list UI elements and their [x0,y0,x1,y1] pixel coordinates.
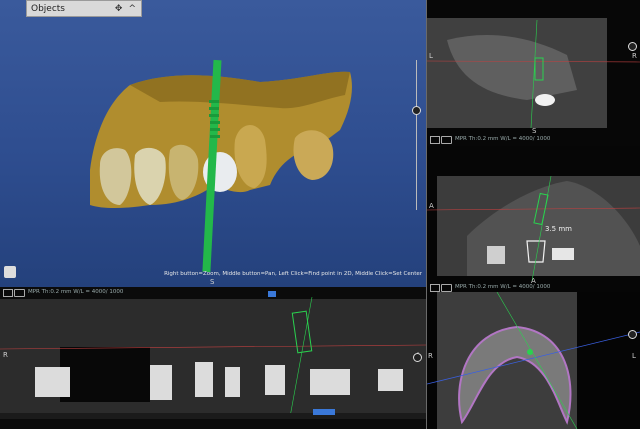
coronal-label-left: L [429,52,433,60]
mouse-hint: Right button=Zoom, Middle button=Pan, Le… [164,271,422,277]
bottom-marker[interactable] [313,409,335,415]
3d-render[interactable] [0,0,426,287]
3d-scrollbar[interactable] [416,60,417,210]
camera-icon[interactable] [441,136,452,144]
skull-icon[interactable] [4,266,16,278]
collapse-icon[interactable]: ^ [128,4,136,14]
3d-view[interactable]: S Right button=Zoom, Middle button=Pan, … [0,0,426,287]
sagittal-status: MPR Th:0.2 mm W/L = 4000/ 1000 [455,284,551,290]
panorama-label-left: R [3,351,8,359]
tooth [552,248,574,260]
sagittal-label-left: A [429,202,434,210]
coronal-label-bottom: S [532,127,537,135]
coronal-scroll-handle[interactable] [628,42,637,51]
axial-view[interactable]: R L [427,292,640,429]
crown [535,94,555,106]
top-marker[interactable] [268,291,276,297]
panorama-image[interactable] [0,287,426,429]
measurement-label[interactable]: 3.5 mm [545,225,572,233]
coronal-status: MPR Th:0.2 mm W/L = 4000/ 1000 [455,136,551,142]
axial-scroll-handle[interactable] [628,330,637,339]
ruler [0,413,426,419]
axial-image[interactable] [427,292,640,429]
implant-point[interactable] [527,349,533,355]
coronal-view[interactable]: L R S MPR Th:0.2 mm W/L = 4000/ 1000 [427,0,640,146]
coronal-image[interactable] [427,0,640,146]
coronal-label-right: R [632,52,637,60]
sagittal-image[interactable] [427,146,640,292]
camera-icon[interactable] [441,284,452,292]
move-icon[interactable]: ✥ [115,4,123,14]
monitor-icon[interactable] [430,136,440,144]
tooth [293,130,334,180]
axial-label-right: L [632,352,636,360]
axial-label-left: R [428,352,433,360]
tooth [487,246,505,264]
view-divider[interactable] [426,0,427,429]
sinus-dark [60,347,150,402]
objects-panel[interactable]: Objects ✥ ^ [26,0,142,17]
3d-scroll-handle[interactable] [412,106,421,115]
objects-title: Objects [31,3,66,14]
orientation-label-bottom: S [210,278,215,286]
panorama-scroll-handle[interactable] [413,353,422,362]
sagittal-view[interactable]: A A 3.5 mm MPR Th:0.2 mm W/L = 4000/ 100… [427,146,640,292]
panorama-view[interactable]: MPR Th:0.2 mm W/L = 4000/ 1000 R L [0,287,426,429]
monitor-icon[interactable] [430,284,440,292]
